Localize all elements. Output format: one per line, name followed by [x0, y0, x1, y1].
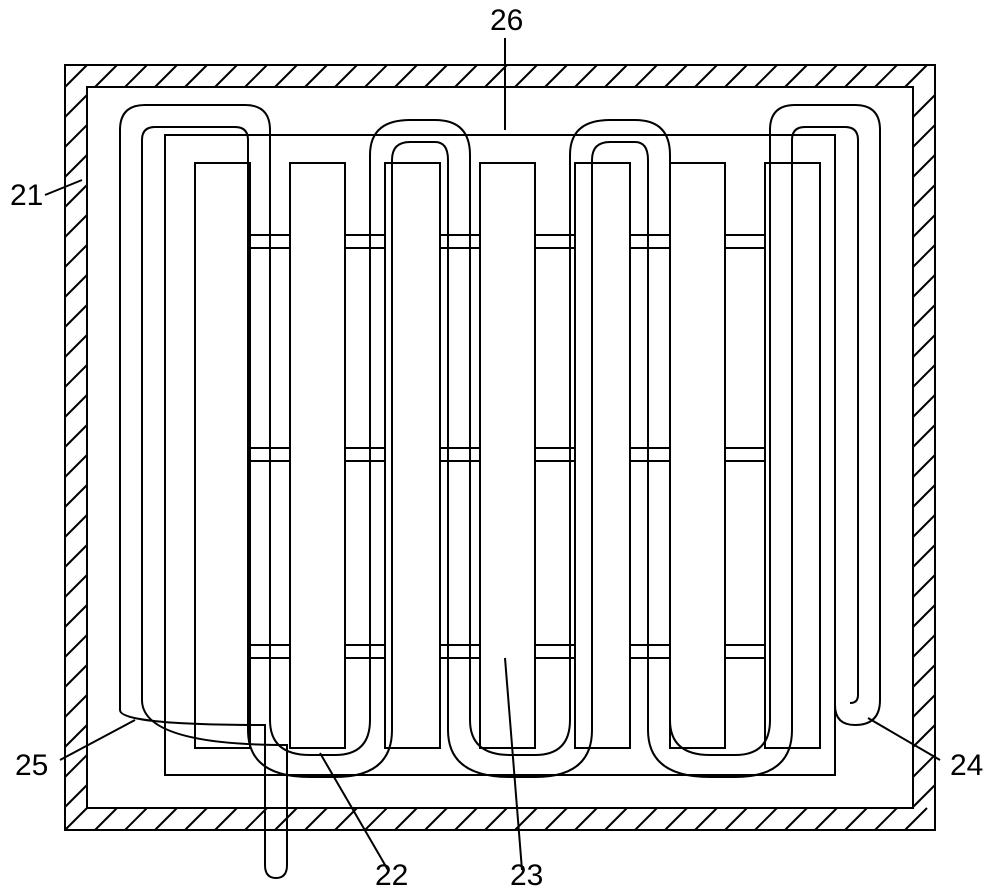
label-21: 21 — [10, 179, 43, 212]
inner-frame — [165, 135, 835, 775]
label-26: 26 — [490, 4, 523, 37]
label-22: 22 — [375, 859, 408, 889]
label-24: 24 — [950, 749, 983, 782]
diagram-figure: 26 21 25 24 22 23 — [0, 0, 1000, 889]
label-25: 25 — [15, 749, 48, 782]
label-23: 23 — [510, 859, 543, 889]
